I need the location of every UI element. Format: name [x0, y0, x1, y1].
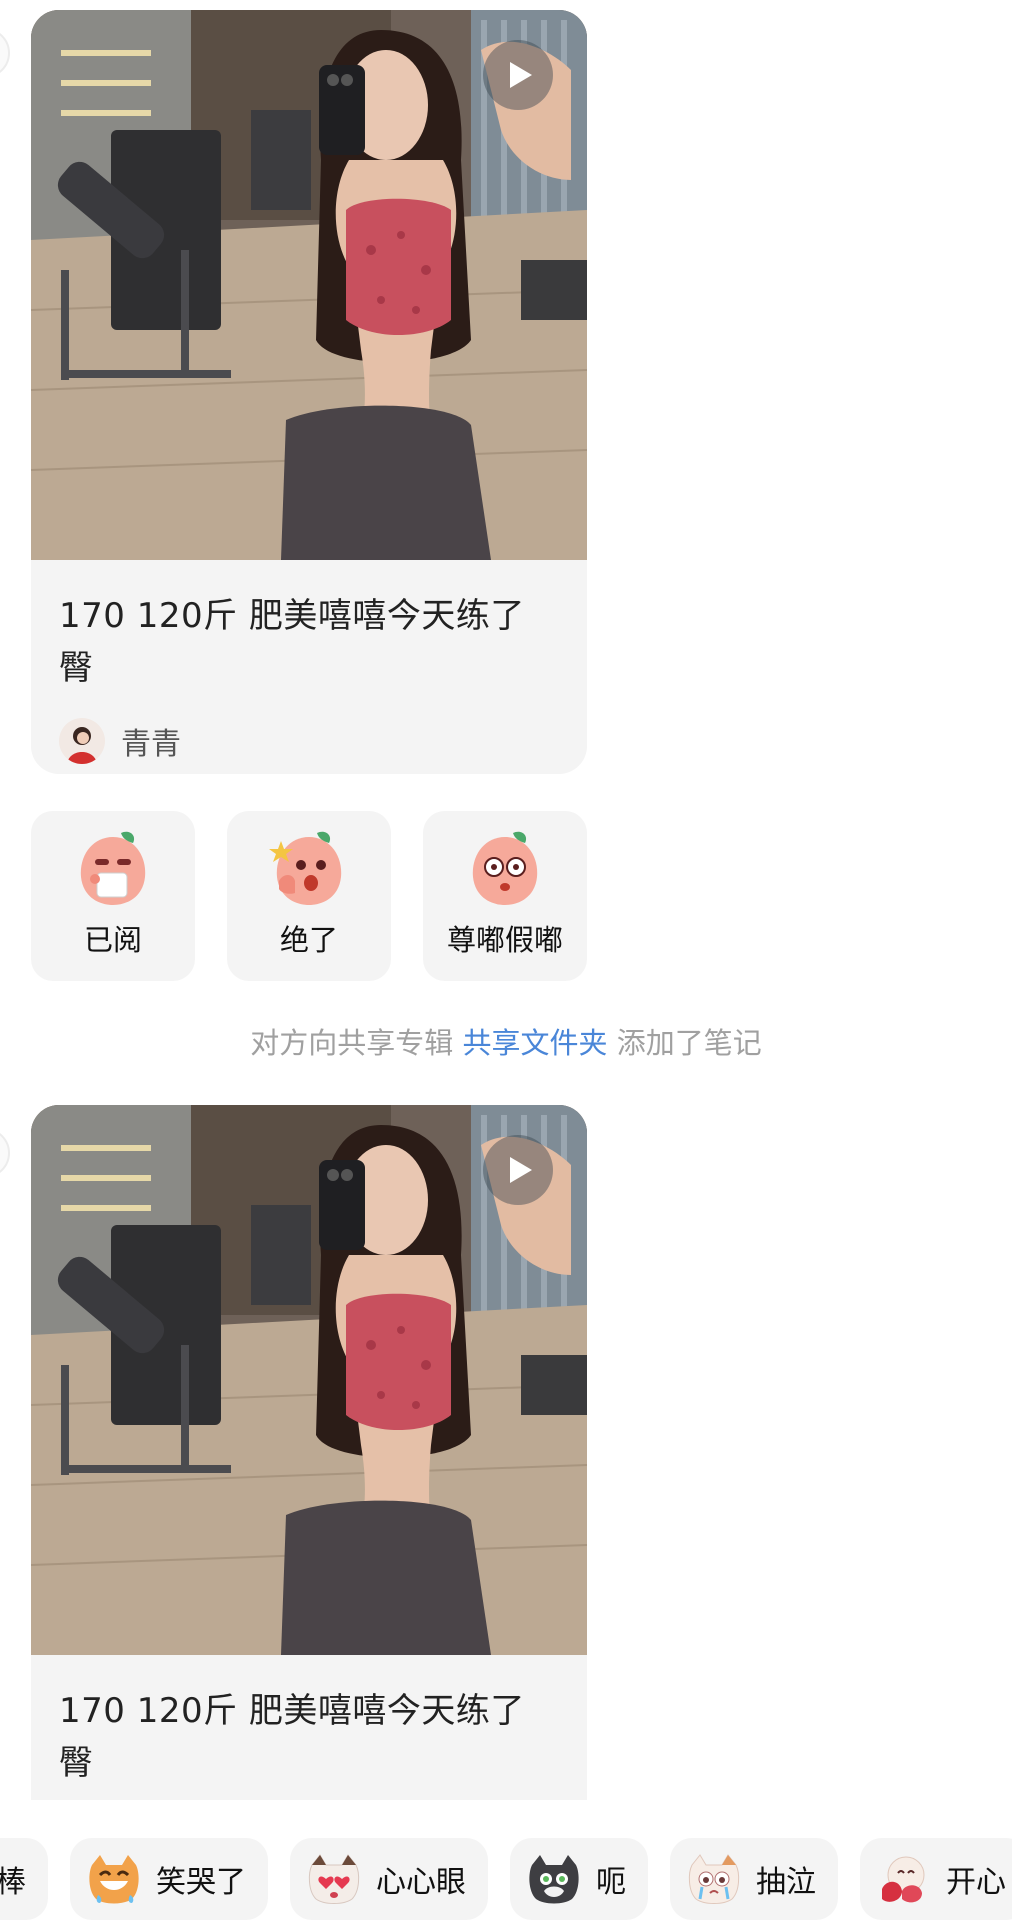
sticker-label: 开心 — [946, 1865, 1006, 1900]
play-video-button[interactable] — [483, 1135, 553, 1205]
peach-reading-icon — [80, 831, 146, 905]
play-video-button[interactable] — [483, 40, 553, 110]
system-message: 对方向共享专辑 共享文件夹 添加了笔记 — [0, 1020, 1012, 1062]
sticker-label: 心心眼 — [376, 1865, 466, 1900]
system-message-suffix: 添加了笔记 — [616, 1026, 762, 1060]
sticker-chip[interactable]: 抽泣 — [670, 1838, 838, 1920]
play-icon — [510, 62, 532, 88]
laughing-cat-icon — [89, 1855, 139, 1904]
author-name: 青青 — [121, 727, 181, 762]
quick-reactions: 已阅 绝了 尊嘟假嘟 — [31, 811, 587, 981]
peach-thumbs-up-icon — [269, 831, 342, 905]
reaction-juele[interactable]: 绝了 — [227, 811, 391, 981]
chat-screen: 170 120斤 肥美嘻嘻今天练了臀 青青 已阅 绝了 尊嘟假嘟 对方向共享专辑… — [0, 0, 1012, 1920]
shared-note-card[interactable]: 170 120斤 肥美嘻嘻今天练了臀 — [31, 1105, 587, 1800]
reaction-yiyue[interactable]: 已阅 — [31, 811, 195, 981]
sticker-chip[interactable]: 呃 — [510, 1838, 648, 1920]
author-avatar — [59, 718, 105, 764]
sticker-chip[interactable]: 心心眼 — [290, 1838, 488, 1920]
sender-avatar[interactable] — [0, 1128, 10, 1178]
gray-cat-icon — [529, 1855, 579, 1904]
note-title: 170 120斤 肥美嘻嘻今天练了臀 — [59, 596, 525, 688]
shared-note-card[interactable]: 170 120斤 肥美嘻嘻今天练了臀 青青 — [31, 10, 587, 774]
note-cover-image — [31, 1105, 587, 1655]
shared-folder-link[interactable]: 共享文件夹 — [462, 1026, 607, 1060]
note-cover-image — [31, 10, 587, 560]
heart-eyes-cat-icon — [308, 1854, 360, 1904]
system-message-prefix: 对方向共享专辑 — [250, 1026, 454, 1060]
sticker-label: 棒 — [0, 1865, 26, 1900]
reaction-zundujiadu[interactable]: 尊嘟假嘟 — [423, 811, 587, 981]
reaction-label: 尊嘟假嘟 — [446, 923, 563, 957]
reaction-label: 已阅 — [83, 923, 142, 957]
sticker-label: 呃 — [596, 1865, 626, 1900]
note-author[interactable]: 青青 — [31, 694, 587, 774]
happy-sticker-icon — [882, 1856, 925, 1903]
sticker-label: 抽泣 — [756, 1865, 816, 1900]
reaction-label: 绝了 — [279, 923, 338, 957]
play-icon — [510, 1157, 532, 1183]
sticker-suggestion-bar: 棒 笑哭了 心心眼 呃 抽泣 开心 — [0, 1838, 1012, 1920]
note-title: 170 120斤 肥美嘻嘻今天练了臀 — [59, 1691, 525, 1783]
sticker-chip[interactable]: 笑哭了 — [70, 1838, 268, 1920]
sticker-label: 笑哭了 — [156, 1865, 246, 1900]
peach-surprised-icon — [472, 831, 538, 905]
sticker-chip[interactable]: 棒 — [0, 1838, 48, 1920]
sticker-chip[interactable]: 开心 — [860, 1838, 1012, 1920]
sender-avatar[interactable] — [0, 28, 10, 78]
sobbing-cat-icon — [688, 1854, 740, 1904]
